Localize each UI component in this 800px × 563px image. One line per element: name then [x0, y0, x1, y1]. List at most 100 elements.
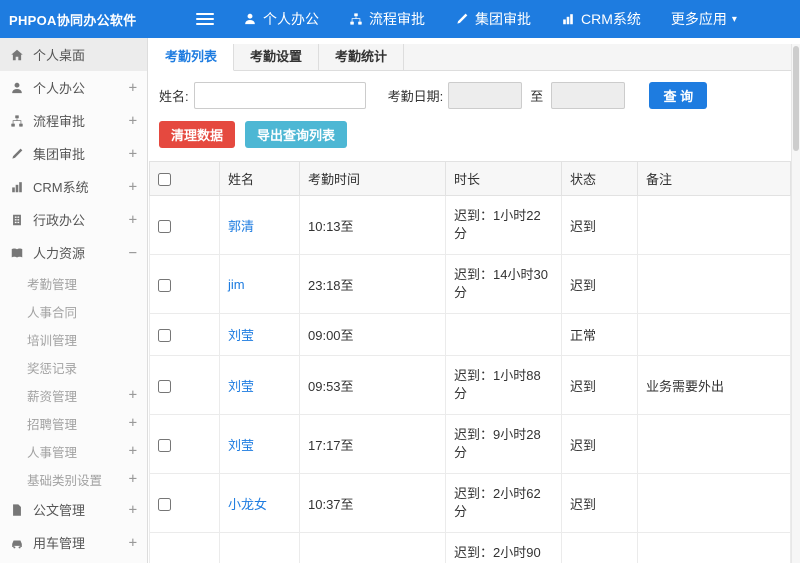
flow-icon — [349, 12, 363, 26]
expand-toggle-icon[interactable]: + — [129, 180, 137, 194]
sidebar-item-document-mgmt[interactable]: 公文管理 + — [0, 493, 147, 526]
employee-name-link[interactable]: jim — [228, 277, 245, 292]
expand-toggle-icon[interactable]: + — [129, 444, 137, 458]
expand-toggle-icon[interactable]: − — [129, 246, 137, 260]
sidebar-item-label: 集团审批 — [33, 147, 86, 162]
row-checkbox[interactable] — [158, 278, 171, 292]
table-row: 刘莹 17:17至 迟到：9小时28分 迟到 — [149, 414, 791, 474]
top-nav-more-apps[interactable]: 更多应用 ▾ — [656, 0, 752, 38]
table-row: 刘莹 09:53至 迟到：1小时88分 迟到 业务需要外出 — [149, 355, 791, 415]
tab-attendance-settings[interactable]: 考勤设置 — [234, 44, 320, 70]
sidebar-item-hr[interactable]: 人力资源 − — [0, 236, 147, 269]
duration-line: 迟到：9小时28分 — [454, 427, 541, 460]
date-range-to-label: 至 — [530, 89, 544, 104]
filter-bar: 姓名: 考勤日期: 至 查 询 — [149, 71, 800, 120]
status-cell: 迟到 — [561, 254, 638, 314]
sidebar-subitem-label: 人事管理 — [27, 445, 78, 460]
expand-toggle-icon[interactable]: + — [129, 388, 137, 402]
employee-name-link[interactable]: 刘莹 — [228, 328, 254, 343]
row-checkbox[interactable] — [158, 438, 171, 452]
sidebar-item-admin-office[interactable]: 行政办公 + — [0, 203, 147, 236]
employee-name-link[interactable]: 刘莹 — [228, 438, 254, 453]
row-select-cell — [149, 254, 220, 314]
duration-cell: 迟到：9小时28分 — [445, 414, 562, 474]
time-cell: 10:54至10:54 — [299, 532, 446, 563]
sidebar-subitem-base-category-settings[interactable]: 基础类别设置 + — [0, 465, 147, 493]
name-filter-label: 姓名: — [159, 89, 189, 104]
sidebar-subitem-salary-mgmt[interactable]: 薪资管理 + — [0, 381, 147, 409]
action-bar: 清理数据 导出查询列表 — [149, 120, 800, 159]
scrollbar[interactable] — [791, 44, 800, 563]
expand-toggle-icon[interactable]: + — [129, 81, 137, 95]
duration-line: 迟到：1小时88分 — [454, 368, 541, 401]
note-cell — [637, 414, 791, 474]
employee-name-link[interactable]: 小龙女 — [228, 497, 267, 512]
name-cell: 管理员 — [219, 532, 300, 563]
sidebar-subitem-personnel-mgmt[interactable]: 人事管理 + — [0, 437, 147, 465]
expand-toggle-icon[interactable]: + — [129, 416, 137, 430]
menu-toggle-icon[interactable] — [196, 10, 214, 28]
row-checkbox[interactable] — [158, 219, 171, 233]
sidebar-item-personal-desktop[interactable]: 个人桌面 — [0, 38, 147, 71]
top-nav-label: CRM系统 — [581, 11, 641, 27]
sidebar-item-personal-office[interactable]: 个人办公 + — [0, 71, 147, 104]
sidebar-item-workflow-approval[interactable]: 流程审批 + — [0, 104, 147, 137]
expand-toggle-icon[interactable]: + — [129, 503, 137, 517]
sidebar: 个人桌面 个人办公 + 流程审批 + 集团审批 + CRM系统 + 行政办公 + 人力资源 − 考勤管理人… — [0, 38, 148, 563]
sidebar-subitem-label: 基础类别设置 — [27, 473, 103, 488]
row-checkbox[interactable] — [158, 329, 171, 343]
search-button[interactable]: 查 询 — [649, 82, 708, 109]
sidebar-item-group-approval[interactable]: 集团审批 + — [0, 137, 147, 170]
date-to-input[interactable] — [551, 82, 626, 109]
employee-name-link[interactable]: 郭清 — [228, 219, 254, 234]
sidebar-subitem-attendance-mgmt[interactable]: 考勤管理 — [0, 269, 147, 297]
main-content: 考勤列表 考勤设置 考勤统计 姓名: 考勤日期: 至 查 询 清理数据 导出查询列表… — [149, 38, 800, 563]
sidebar-subitem-recruit-mgmt[interactable]: 招聘管理 + — [0, 409, 147, 437]
tab-label: 考勤设置 — [250, 49, 303, 64]
time-cell: 09:00至 — [299, 313, 446, 356]
sidebar-subitem-training-mgmt[interactable]: 培训管理 — [0, 325, 147, 353]
duration-cell: 迟到：2小时90分早退：7小时10分 — [445, 532, 562, 563]
sidebar-item-vehicle-mgmt[interactable]: 用车管理 + — [0, 526, 147, 559]
note-cell — [637, 313, 791, 356]
note-cell — [637, 195, 791, 255]
person-icon — [10, 80, 26, 96]
sidebar-subitem-hr-contract[interactable]: 人事合同 — [0, 297, 147, 325]
expand-toggle-icon[interactable]: + — [129, 213, 137, 227]
attendance-table: 姓名 考勤时间 时长 状态 备注 郭清 10:13至 迟到：1小时22分 迟到 jim 23:18… — [149, 161, 791, 563]
clear-data-button[interactable]: 清理数据 — [159, 121, 236, 148]
scrollbar-thumb[interactable] — [793, 46, 799, 151]
select-all-checkbox[interactable] — [158, 173, 171, 187]
expand-toggle-icon[interactable]: + — [129, 472, 137, 486]
sidebar-item-label: 用车管理 — [33, 536, 86, 551]
status-cell: 迟到 — [561, 473, 638, 533]
tab-attendance-stats[interactable]: 考勤统计 — [319, 44, 405, 70]
row-select-cell — [149, 473, 220, 533]
duration-cell — [445, 313, 562, 356]
car-icon — [10, 535, 26, 551]
column-header: 状态 — [561, 161, 638, 196]
top-nav-group-approval[interactable]: 集团审批 — [440, 0, 546, 38]
export-list-button[interactable]: 导出查询列表 — [245, 121, 348, 148]
name-filter-input[interactable] — [193, 82, 366, 109]
row-checkbox[interactable] — [158, 379, 171, 393]
expand-toggle-icon[interactable]: + — [129, 147, 137, 161]
sidebar-subitem-reward-punishment[interactable]: 奖惩记录 — [0, 353, 147, 381]
top-nav-workflow-approval[interactable]: 流程审批 — [334, 0, 440, 38]
tab-attendance-list[interactable]: 考勤列表 — [149, 44, 235, 71]
time-cell: 10:13至 — [299, 195, 446, 255]
sidebar-item-label: 行政办公 — [33, 213, 86, 228]
expand-toggle-icon[interactable]: + — [129, 114, 137, 128]
sidebar-subitem-label: 招聘管理 — [27, 417, 78, 432]
duration-cell: 迟到：2小时62分 — [445, 473, 562, 533]
top-nav-personal-office[interactable]: 个人办公 — [228, 0, 334, 38]
sidebar-subitem-label: 人事合同 — [27, 305, 78, 320]
duration-cell: 迟到：1小时88分 — [445, 355, 562, 415]
employee-name-link[interactable]: 刘莹 — [228, 379, 254, 394]
top-nav-crm-system[interactable]: CRM系统 — [546, 0, 656, 38]
date-from-input[interactable] — [448, 82, 523, 109]
row-select-cell — [149, 355, 220, 415]
row-checkbox[interactable] — [158, 497, 171, 511]
sidebar-item-crm-system[interactable]: CRM系统 + — [0, 170, 147, 203]
expand-toggle-icon[interactable]: + — [129, 536, 137, 550]
